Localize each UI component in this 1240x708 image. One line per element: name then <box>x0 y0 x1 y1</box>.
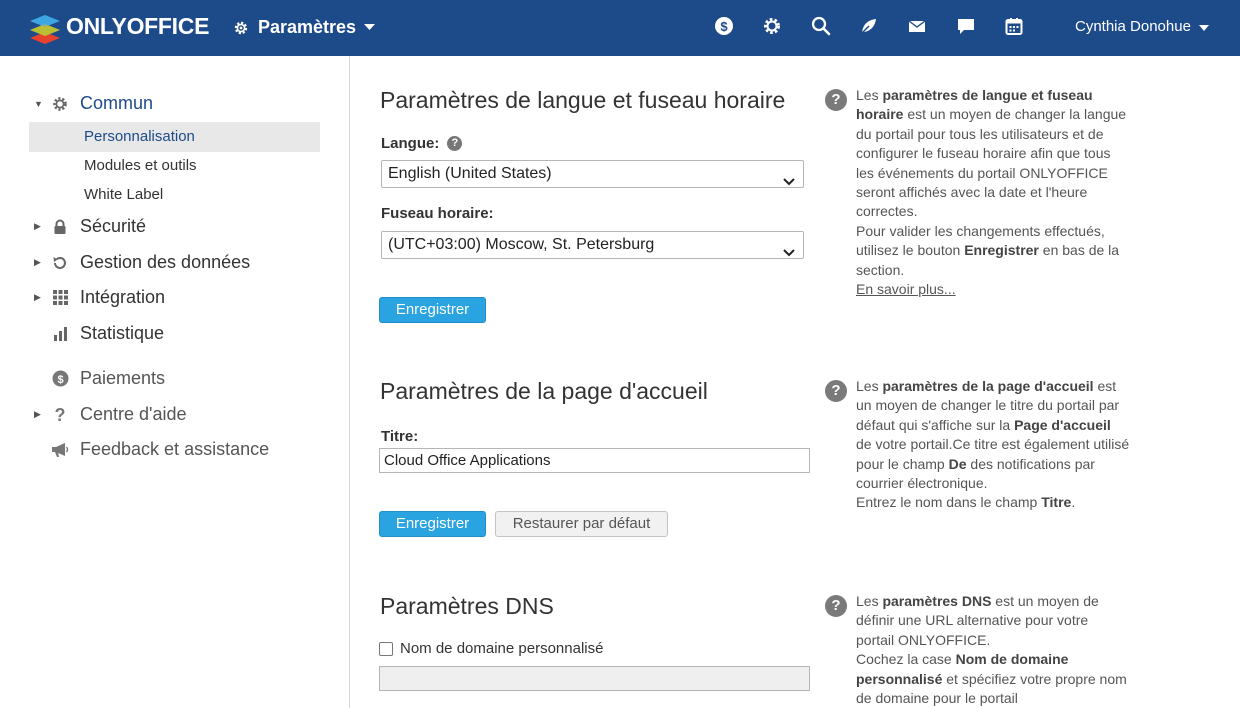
chevron-down-icon <box>783 240 795 266</box>
bar-chart-icon <box>50 324 70 344</box>
user-menu[interactable]: Cynthia Donohue <box>1075 18 1209 35</box>
save-welcome-button[interactable]: Enregistrer <box>379 511 486 537</box>
dns-help-block: ? Les paramètres DNS est un moyen de déf… <box>825 592 1130 708</box>
welcome-help-block: ? Les paramètres de la page d'accueil es… <box>825 377 1130 513</box>
dollar-icon[interactable]: $ <box>714 16 734 36</box>
gear-icon[interactable] <box>762 16 782 36</box>
svg-text:?: ? <box>55 406 66 424</box>
chevron-down-icon <box>783 169 795 195</box>
language-label: Langue: <box>381 135 440 152</box>
collapsed-caret-icon: ▶ <box>34 257 41 267</box>
sidebar-item-label: Centre d'aide <box>80 404 187 424</box>
title-label: Titre: <box>381 428 419 445</box>
custom-domain-checkbox-row[interactable]: Nom de domaine personnalisé <box>379 640 603 657</box>
sidebar-item-paiements[interactable]: $ Paiements <box>34 368 165 389</box>
sidebar-item-feedback[interactable]: Feedback et assistance <box>34 439 269 460</box>
sidebar-item-integration[interactable]: ▶ Intégration <box>34 287 165 308</box>
sidebar-item-label: Statistique <box>80 323 165 343</box>
sidebar-item-securite[interactable]: ▶ Sécurité <box>34 216 146 237</box>
sidebar-item-commun[interactable]: ▼ Commun <box>34 93 153 114</box>
language-section-title: Paramètres de langue et fuseau horaire <box>380 87 786 113</box>
mail-icon[interactable] <box>907 16 927 36</box>
dns-section-title: Paramètres DNS <box>380 593 554 619</box>
welcome-help-text: Les paramètres de la page d'accueil est … <box>856 378 1130 511</box>
sidebar-item-label: Commun <box>80 93 154 113</box>
dns-help-text: Les paramètres DNS est un moyen de défin… <box>856 593 1127 707</box>
collapsed-caret-icon: ▶ <box>34 221 41 231</box>
help-icon[interactable]: ? <box>447 136 463 151</box>
collapsed-caret-icon: ▶ <box>34 409 41 419</box>
sidebar-item-label: Intégration <box>80 287 166 307</box>
settings-sidebar: ▼ Commun Personnalisation Modules et out… <box>0 56 350 708</box>
language-help-block: ? Les paramètres de langue et fuseau hor… <box>825 86 1130 299</box>
restore-default-button[interactable]: Restaurer par défaut <box>495 511 668 537</box>
sidebar-item-label: Paiements <box>80 368 166 388</box>
language-help-text: Les paramètres de langue et fuseau horai… <box>856 87 1127 298</box>
chevron-down-icon <box>1198 18 1209 35</box>
collapsed-caret-icon: ▶ <box>34 292 41 302</box>
sidebar-item-statistique[interactable]: Statistique <box>34 323 164 344</box>
onlyoffice-logo-icon[interactable] <box>28 12 62 44</box>
language-label-row: Langue: ? <box>381 135 463 152</box>
svg-text:$: $ <box>720 19 728 34</box>
sidebar-subitem-modules[interactable]: Modules et outils <box>29 151 320 181</box>
timezone-select[interactable]: (UTC+03:00) Moscow, St. Petersburg <box>381 231 804 259</box>
sidebar-item-centre-aide[interactable]: ▶ ? Centre d'aide <box>34 404 187 425</box>
custom-domain-checkbox[interactable] <box>379 641 393 656</box>
domain-name-input[interactable] <box>379 666 810 691</box>
timezone-label: Fuseau horaire: <box>381 205 494 222</box>
learn-more-link[interactable]: En savoir plus... <box>856 281 956 297</box>
sidebar-item-label: Feedback et assistance <box>80 439 270 459</box>
search-icon[interactable] <box>811 16 831 36</box>
help-icon: ? <box>825 380 847 402</box>
dollar-icon: $ <box>50 369 70 389</box>
chat-icon[interactable] <box>956 16 976 36</box>
save-language-button[interactable]: Enregistrer <box>379 297 486 323</box>
portal-title-input[interactable]: Cloud Office Applications <box>379 448 810 473</box>
sidebar-item-gestion-donnees[interactable]: ▶ Gestion des données <box>34 252 250 273</box>
language-select[interactable]: English (United States) <box>381 160 804 188</box>
sidebar-subitem-personnalisation[interactable]: Personnalisation <box>29 122 320 152</box>
top-navigation-bar: ONLYOFFICE Paramètres $ Cynthia Donohue <box>0 0 1240 56</box>
module-switcher[interactable]: Paramètres <box>232 17 376 38</box>
user-name: Cynthia Donohue <box>1075 18 1191 35</box>
sidebar-subitem-white-label[interactable]: White Label <box>29 180 320 210</box>
chevron-down-icon <box>364 24 376 31</box>
welcome-section-title: Paramètres de la page d'accueil <box>380 378 708 404</box>
gear-icon <box>50 94 70 114</box>
calendar-icon[interactable] <box>1004 16 1024 36</box>
lock-icon <box>50 217 70 237</box>
module-label: Paramètres <box>258 17 357 37</box>
sidebar-item-label: Gestion des données <box>80 252 251 272</box>
svg-text:$: $ <box>57 374 63 386</box>
restore-icon <box>50 253 70 273</box>
help-icon: ? <box>825 89 847 111</box>
question-icon: ? <box>50 405 70 425</box>
help-icon: ? <box>825 595 847 617</box>
feed-icon[interactable] <box>859 16 879 36</box>
custom-domain-label: Nom de domaine personnalisé <box>400 640 604 657</box>
sidebar-item-label: Sécurité <box>80 216 147 236</box>
megaphone-icon <box>50 440 70 460</box>
logo-text[interactable]: ONLYOFFICE <box>66 13 209 40</box>
timezone-select-value: (UTC+03:00) Moscow, St. Petersburg <box>388 236 655 253</box>
expanded-caret-icon: ▼ <box>34 98 43 109</box>
grid-icon <box>50 288 70 308</box>
language-select-value: English (United States) <box>388 165 552 182</box>
gear-icon <box>232 19 250 37</box>
